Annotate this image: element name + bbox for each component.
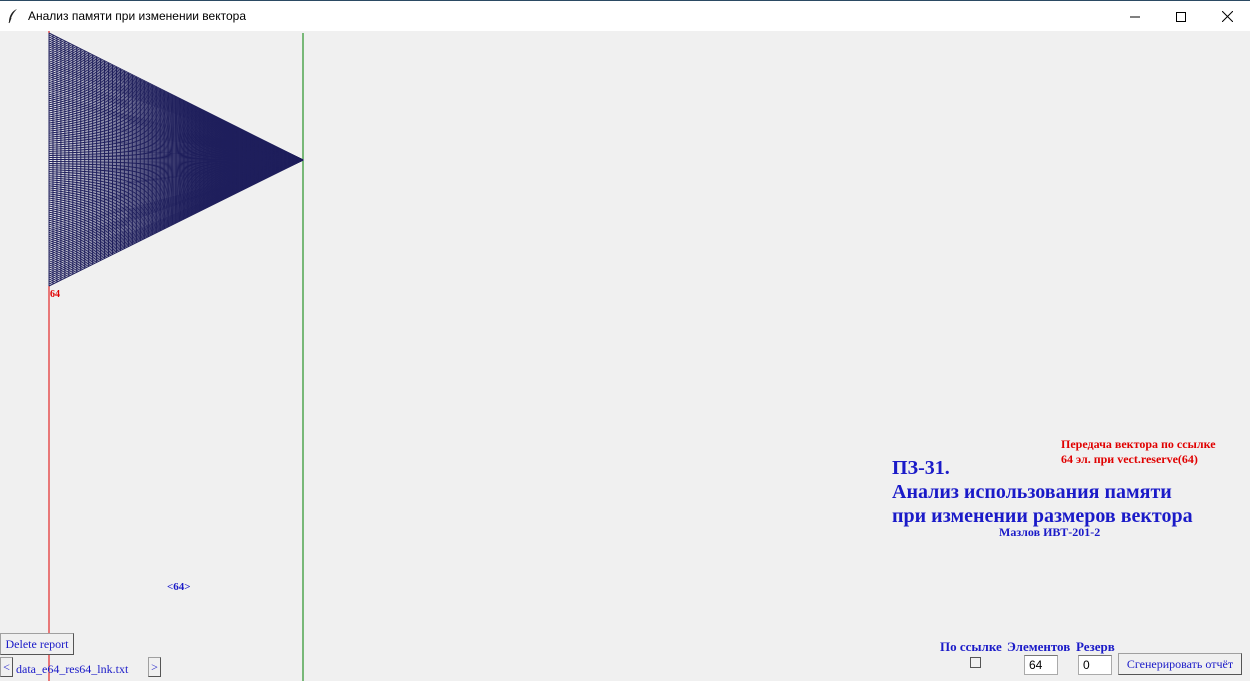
lab-title-line2: Анализ использования памяти: [892, 481, 1172, 503]
vector-size-label: <64>: [167, 581, 191, 593]
maximize-button[interactable]: [1158, 1, 1204, 32]
minimize-icon: [1130, 16, 1140, 17]
generate-report-button[interactable]: Сгенерировать отчёт: [1118, 653, 1242, 675]
maximize-icon: [1176, 11, 1186, 22]
elements-input[interactable]: 64: [1024, 655, 1058, 675]
reference-note-line1: Передача вектора по ссылке: [1061, 437, 1216, 451]
close-icon: [1221, 11, 1233, 22]
prev-file-button[interactable]: <: [0, 657, 13, 677]
by-ref-checkbox[interactable]: [970, 657, 981, 668]
reserve-input[interactable]: 0: [1078, 655, 1112, 675]
lab-title-line1: ПЗ-31.: [892, 457, 950, 479]
delete-report-button[interactable]: Delete report: [0, 633, 74, 655]
window-title: Анализ памяти при изменении вектора: [28, 9, 246, 23]
minimize-button[interactable]: [1112, 1, 1158, 32]
reserve-label: Резерв: [1076, 639, 1115, 654]
author-label: Мазлов ИВТ-201-2: [999, 525, 1101, 539]
element-count-label: 64: [50, 289, 60, 300]
memory-triangle: [48, 32, 304, 287]
by-ref-label: По ссылке: [940, 639, 1002, 654]
close-button[interactable]: [1204, 1, 1250, 32]
lab-title: ПЗ-31. Анализ использования памяти при и…: [892, 456, 1193, 528]
feather-icon: [8, 9, 17, 24]
next-file-button[interactable]: >: [148, 657, 161, 677]
memory-canvas: 64 <64>: [0, 31, 1250, 681]
title-bar: Анализ памяти при изменении вектора: [0, 0, 1250, 31]
file-name-label: data_e64_res64_lnk.txt: [16, 662, 129, 676]
elements-label: Элементов: [1007, 639, 1071, 654]
